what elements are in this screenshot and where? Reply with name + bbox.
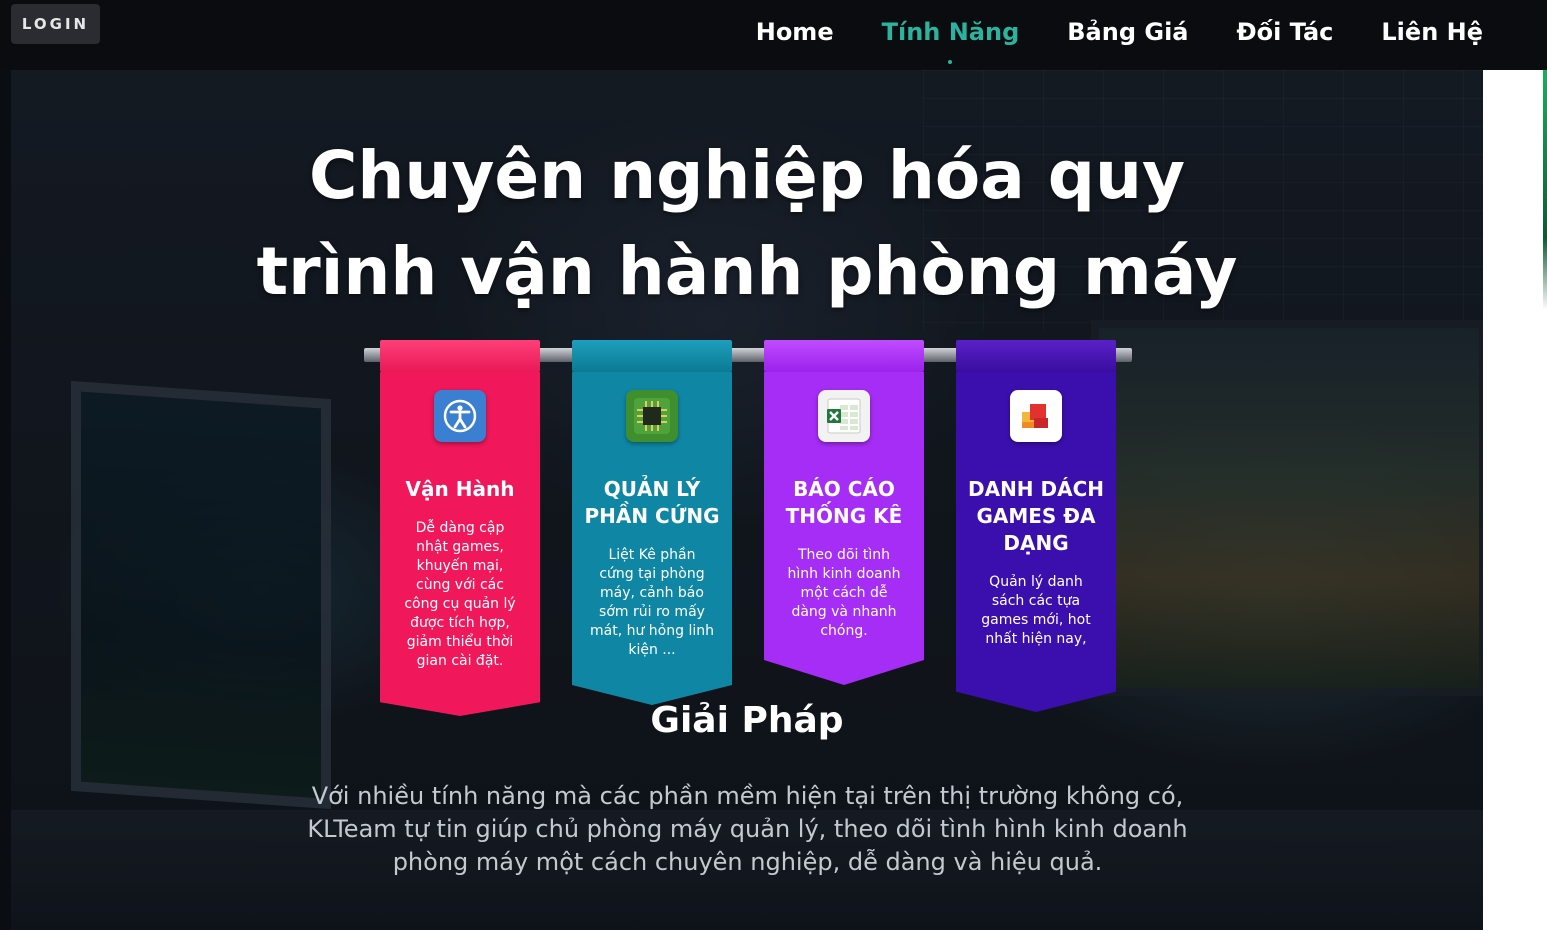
feature-card-games[interactable]: DANH DÁCH GAMES ĐA DẠNG Quản lý danh sác…: [956, 340, 1116, 712]
feature-title: BÁO CÁO THỐNG KÊ: [785, 477, 903, 528]
section-title: Giải Pháp: [650, 700, 844, 741]
feature-description: Liệt Kê phần cứng tại phòng máy, cảnh bá…: [590, 547, 714, 658]
feature-description: Theo dõi tình hình kinh doanh một cách d…: [787, 547, 901, 639]
feature-description: Quản lý danh sách các tựa games mới, hot…: [981, 574, 1091, 647]
banner-body: BÁO CÁO THỐNG KÊ Theo dõi tình hình kinh…: [764, 372, 924, 685]
nav-link-features[interactable]: Tính Năng: [882, 18, 1019, 64]
banner-cap: [572, 340, 732, 372]
banner-body: Vận Hành Dễ dàng cập nhật games, khuyến …: [380, 372, 540, 716]
hero-headline-line2: trình vận hành phòng máy: [256, 233, 1238, 310]
excel-icon: [818, 390, 870, 442]
office-icon: [1010, 390, 1062, 442]
banner-cap: [764, 340, 924, 372]
banner-body: QUẢN LÝ PHẦN CỨNG Liệt Kê phần cứng tại …: [572, 372, 732, 705]
feature-title: DANH DÁCH GAMES ĐA DẠNG: [967, 477, 1104, 555]
hero-headline-line1: Chuyên nghiệp hóa quy: [308, 137, 1186, 214]
feature-card-hardware[interactable]: QUẢN LÝ PHẦN CỨNG Liệt Kê phần cứng tại …: [572, 340, 732, 705]
accessibility-icon: [434, 390, 486, 442]
hero-headline: Chuyên nghiệp hóa quy trình vận hành phò…: [11, 128, 1483, 320]
feature-description: Dễ dàng cập nhật games, khuyến mại, cùng…: [404, 520, 516, 669]
chip-icon: [626, 390, 678, 442]
nav-link-pricing[interactable]: Bảng Giá: [1067, 18, 1188, 46]
feature-title: Vận Hành: [405, 477, 515, 501]
login-button[interactable]: LOGIN: [11, 4, 100, 44]
nav-link-partners[interactable]: Đối Tác: [1237, 18, 1334, 46]
feature-card-operations[interactable]: Vận Hành Dễ dàng cập nhật games, khuyến …: [380, 340, 540, 716]
feature-title: QUẢN LÝ PHẦN CỨNG: [584, 477, 720, 528]
banner-cap: [956, 340, 1116, 372]
section-description: Với nhiều tính năng mà các phần mềm hiện…: [307, 782, 1188, 876]
feature-card-reports[interactable]: BÁO CÁO THỐNG KÊ Theo dõi tình hình kinh…: [764, 340, 924, 685]
banner-cap: [380, 340, 540, 372]
nav-links: Home Tính Năng Bảng Giá Đối Tác Liên Hệ: [756, 18, 1483, 64]
nav-link-home[interactable]: Home: [756, 18, 834, 46]
banner-body: DANH DÁCH GAMES ĐA DẠNG Quản lý danh sác…: [956, 372, 1116, 712]
top-navbar: LOGIN Home Tính Năng Bảng Giá Đối Tác Li…: [0, 0, 1547, 70]
nav-link-contact[interactable]: Liên Hệ: [1381, 18, 1483, 46]
scrollbar-glow[interactable]: [1543, 70, 1547, 310]
page-right-edge: [1483, 70, 1547, 930]
